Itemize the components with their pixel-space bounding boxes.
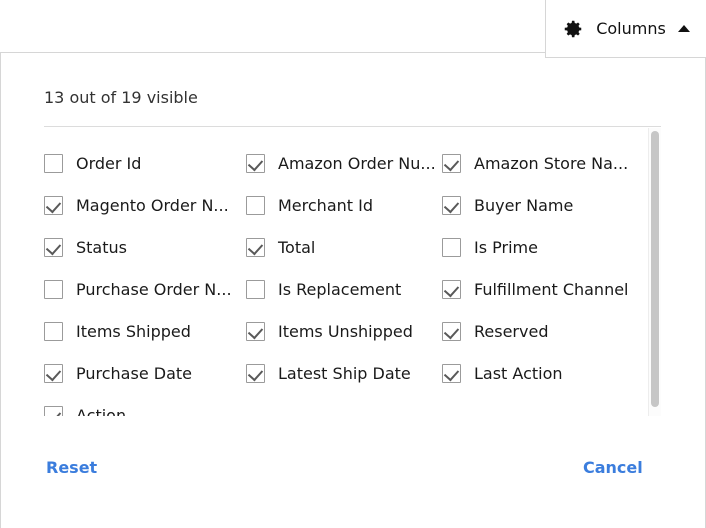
column-toggle-action[interactable]: Action xyxy=(44,405,246,417)
checkbox-checked-icon[interactable] xyxy=(44,405,63,416)
column-label: Items Unshipped xyxy=(278,321,413,341)
column-label: Order Id xyxy=(76,153,142,173)
columns-row: Action xyxy=(44,394,644,416)
column-toggle-merchant-id[interactable]: Merchant Id xyxy=(246,195,442,215)
column-toggle-total[interactable]: Total xyxy=(246,237,442,257)
column-toggle-buyer-name[interactable]: Buyer Name xyxy=(442,195,642,215)
column-toggle-reserved[interactable]: Reserved xyxy=(442,321,642,341)
columns-row: Order Id Amazon Order Nu... Amazon Store N… xyxy=(44,142,644,184)
column-label: Is Prime xyxy=(474,237,538,257)
checkbox-checked-icon[interactable] xyxy=(44,237,63,257)
column-label: Fulfillment Channel xyxy=(474,279,629,299)
column-label: Last Action xyxy=(474,363,563,383)
columns-row: Purchase Date Latest Ship Date Last Action xyxy=(44,352,644,394)
checkbox-checked-icon[interactable] xyxy=(442,321,461,341)
checkbox-checked-icon[interactable] xyxy=(246,153,265,173)
column-label: Magento Order N... xyxy=(76,195,229,215)
gear-icon xyxy=(564,20,582,37)
column-toggle-amazon-store-na[interactable]: Amazon Store Na... xyxy=(442,153,642,173)
columns-button-label: Columns xyxy=(596,19,666,38)
column-toggle-magento-order-n[interactable]: Magento Order N... xyxy=(44,195,246,215)
checkbox-checked-icon[interactable] xyxy=(442,279,461,299)
reset-button[interactable]: Reset xyxy=(46,458,97,477)
checkbox-checked-icon[interactable] xyxy=(442,153,461,173)
column-label: Amazon Store Na... xyxy=(474,153,629,173)
column-label: Status xyxy=(76,237,127,257)
screen-root: 20 per page TotalFulfillmentChannelItems… xyxy=(0,0,706,528)
checkbox-checked-icon[interactable] xyxy=(246,363,265,383)
checkbox-checked-icon[interactable] xyxy=(246,237,265,257)
column-toggle-items-unshipped[interactable]: Items Unshipped xyxy=(246,321,442,341)
column-toggle-is-replacement[interactable]: Is Replacement xyxy=(246,279,442,299)
column-label: Purchase Date xyxy=(76,363,192,383)
visible-count-label: 13 out of 19 visible xyxy=(44,88,198,107)
column-label: Items Shipped xyxy=(76,321,191,341)
checkbox-unchecked-icon[interactable] xyxy=(44,153,63,173)
columns-row: Items Shipped Items Unshipped Reserved xyxy=(44,310,644,352)
column-toggle-amazon-order-nu[interactable]: Amazon Order Nu... xyxy=(246,153,442,173)
column-label: Buyer Name xyxy=(474,195,574,215)
checkbox-unchecked-icon[interactable] xyxy=(44,279,63,299)
column-toggle-order-id[interactable]: Order Id xyxy=(44,153,246,173)
column-toggle-purchase-date[interactable]: Purchase Date xyxy=(44,363,246,383)
checkbox-unchecked-icon[interactable] xyxy=(44,321,63,341)
column-toggle-last-action[interactable]: Last Action xyxy=(442,363,642,383)
checkbox-checked-icon[interactable] xyxy=(44,195,63,215)
checkbox-checked-icon[interactable] xyxy=(442,363,461,383)
column-label: Latest Ship Date xyxy=(278,363,411,383)
column-label: Action xyxy=(76,405,127,417)
column-toggle-fulfillment-channel[interactable]: Fulfillment Channel xyxy=(442,279,642,299)
column-toggle-purchase-order-n[interactable]: Purchase Order N... xyxy=(44,279,246,299)
column-toggle-latest-ship-date[interactable]: Latest Ship Date xyxy=(246,363,442,383)
columns-row: Magento Order N... Merchant Id Buyer Name xyxy=(44,184,644,226)
columns-checkbox-grid: Order Id Amazon Order Nu... Amazon Store N… xyxy=(44,128,644,416)
checkbox-unchecked-icon[interactable] xyxy=(246,195,265,215)
checkbox-unchecked-icon[interactable] xyxy=(442,237,461,257)
checkbox-checked-icon[interactable] xyxy=(442,195,461,215)
column-label: Is Replacement xyxy=(278,279,402,299)
column-label: Amazon Order Nu... xyxy=(278,153,436,173)
cancel-button[interactable]: Cancel xyxy=(583,458,643,477)
column-toggle-is-prime[interactable]: Is Prime xyxy=(442,237,642,257)
columns-toggle-button[interactable]: Columns xyxy=(545,0,706,58)
chevron-up-icon xyxy=(677,25,690,32)
columns-scroll-region[interactable]: Order Id Amazon Order Nu... Amazon Store N… xyxy=(44,128,662,416)
column-toggle-items-shipped[interactable]: Items Shipped xyxy=(44,321,246,341)
columns-row: Purchase Order N... Is Replacement Fulfill… xyxy=(44,268,644,310)
checkbox-unchecked-icon[interactable] xyxy=(246,279,265,299)
checkbox-checked-icon[interactable] xyxy=(246,321,265,341)
column-label: Reserved xyxy=(474,321,549,341)
scrollbar-thumb[interactable] xyxy=(651,131,659,407)
column-label: Merchant Id xyxy=(278,195,373,215)
column-toggle-status[interactable]: Status xyxy=(44,237,246,257)
column-label: Total xyxy=(278,237,316,257)
columns-row: Status Total Is Prime xyxy=(44,226,644,268)
column-label: Purchase Order N... xyxy=(76,279,232,299)
panel-divider xyxy=(44,126,661,127)
checkbox-checked-icon[interactable] xyxy=(44,363,63,383)
